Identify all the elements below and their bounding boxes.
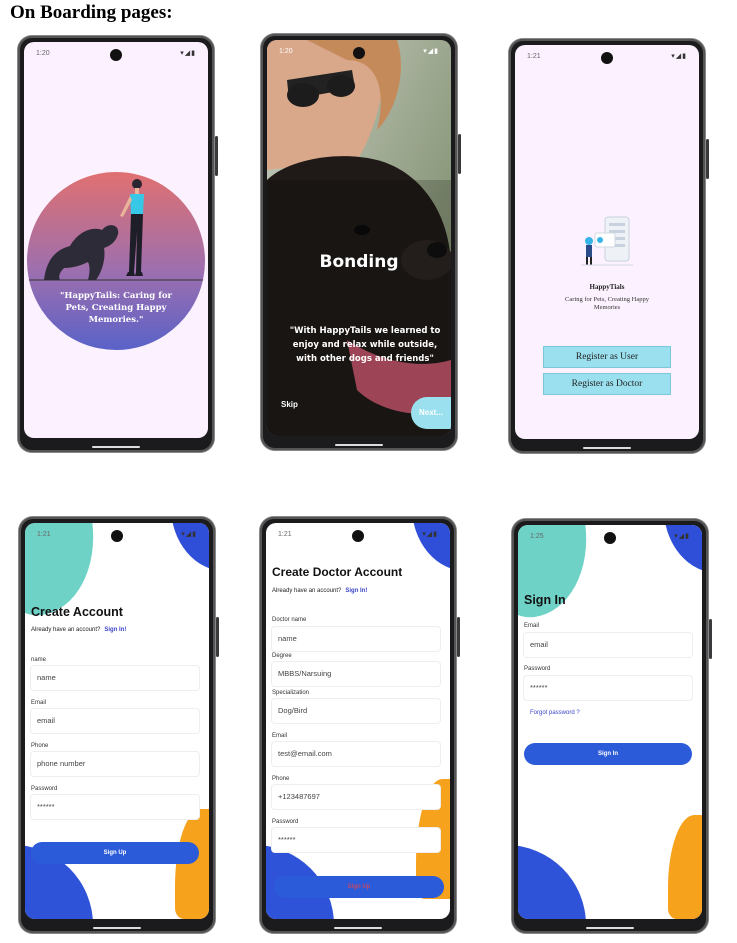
camera-icon <box>353 47 365 59</box>
next-button[interactable]: Next... <box>411 397 451 429</box>
phone-field[interactable]: +123487697 <box>272 785 440 809</box>
decor-orange-blob <box>668 815 702 919</box>
sign-in-button[interactable]: Sign In <box>524 743 692 765</box>
email-label: Email <box>31 700 47 706</box>
nav-handle[interactable] <box>93 927 141 929</box>
phone-label: Phone <box>31 743 49 749</box>
degree-field[interactable]: MBBS/Narsuing <box>272 662 440 686</box>
document-title: On Boarding pages: <box>10 2 173 23</box>
status-time: 1:21 <box>527 53 541 60</box>
nav-handle[interactable] <box>92 446 140 448</box>
status-icons: ▾◢▮ <box>422 531 438 538</box>
page-title: Create Doctor Account <box>272 565 403 579</box>
nav-handle[interactable] <box>335 444 383 446</box>
skip-button[interactable]: Skip <box>281 400 298 409</box>
nav-handle[interactable] <box>586 927 634 929</box>
password-field[interactable]: ****** <box>272 828 440 852</box>
splash-quote-line1: "HappyTails: Caring for <box>60 291 173 301</box>
have-account-text: Already have an account? <box>272 588 342 594</box>
have-account-text: Already have an account? <box>31 627 101 633</box>
camera-icon <box>352 530 364 542</box>
sign-up-button[interactable]: Sign Up <box>31 842 199 864</box>
status-time: 1:20 <box>279 48 293 55</box>
decor-orange-blob <box>175 809 209 919</box>
status-icons: ▾◢▮ <box>674 533 690 540</box>
sign-up-button[interactable]: Sign Up <box>274 876 444 898</box>
email-field[interactable]: email <box>524 633 692 657</box>
app-logo-illustration <box>581 216 633 266</box>
password-field[interactable]: ****** <box>524 676 692 700</box>
name-field[interactable]: name <box>31 666 199 690</box>
register-user-button[interactable]: Register as User <box>543 346 671 368</box>
camera-icon <box>110 49 122 61</box>
camera-icon <box>111 530 123 542</box>
phone-frame-sign-in: 1:25 ▾◢▮ Sign In Email email Password ***… <box>512 519 712 933</box>
status-icons: ▾◢▮ <box>671 53 687 60</box>
status-time: 1:25 <box>530 533 544 540</box>
have-account-line: Already have an account? Sign In! <box>31 627 126 633</box>
status-time: 1:21 <box>37 531 51 538</box>
phone-frame-register-choice: 1:21 ▾◢▮ HappyTials Caring for Pets, Crea… <box>509 39 709 453</box>
status-time: 1:21 <box>278 531 292 538</box>
page-title: Sign In <box>524 593 566 607</box>
nav-handle[interactable] <box>334 927 382 929</box>
register-doctor-button[interactable]: Register as Doctor <box>543 373 671 395</box>
camera-icon <box>601 52 613 64</box>
camera-icon <box>604 532 616 544</box>
password-label: Password <box>524 666 551 672</box>
decor-blue-blob-bottom <box>518 845 586 919</box>
doctor-name-label: Doctor name <box>272 617 307 623</box>
splash-quote-line2: Pets, Creating Happy <box>66 303 168 313</box>
status-time: 1:20 <box>36 50 50 57</box>
status-icons: ▾◢▮ <box>180 50 196 57</box>
splash-illustration: "HappyTails: Caring for Pets, Creating H… <box>27 172 205 350</box>
splash-quote-line3: Memories." <box>89 315 144 325</box>
specialization-label: Specialization <box>272 690 310 696</box>
email-label: Email <box>272 733 288 739</box>
nav-handle[interactable] <box>583 447 631 449</box>
email-field[interactable]: test@email.com <box>272 742 440 766</box>
sign-in-link[interactable]: Sign In! <box>345 588 367 594</box>
phone-frame-splash: 1:20 ▾◢▮ "HappyTails: Caring for Pets, C… <box>18 36 218 452</box>
bonding-photo <box>267 40 451 436</box>
app-tagline: Caring for Pets, Creating Happy Memories <box>565 296 649 311</box>
phone-frame-create-doctor: 1:21 ▾◢▮ Create Doctor Account Already ha… <box>260 517 460 933</box>
degree-label: Degree <box>272 653 292 659</box>
page-title: Create Account <box>31 605 123 619</box>
bonding-quote: "With HappyTails we learned to enjoy and… <box>289 326 441 364</box>
specialization-field[interactable]: Dog/Bird <box>272 699 440 723</box>
app-name: HappyTials <box>589 283 625 291</box>
doctor-name-field[interactable]: name <box>272 627 440 651</box>
phone-frame-create-account: 1:21 ▾◢▮ Create Account Already have an a… <box>19 517 219 933</box>
password-label: Password <box>31 786 58 792</box>
password-label: Password <box>272 819 299 825</box>
status-icons: ▾◢▮ <box>181 531 197 538</box>
phone-label: Phone <box>272 776 290 782</box>
email-field[interactable]: email <box>31 709 199 733</box>
forgot-password-link[interactable]: Forgot password ? <box>530 710 580 716</box>
email-label: Email <box>524 623 540 629</box>
phone-frame-bonding: 1:20 ▾◢▮ Bonding "With HappyTails we lear… <box>261 34 461 450</box>
phone-field[interactable]: phone number <box>31 752 199 776</box>
status-icons: ▾◢▮ <box>423 48 439 55</box>
sign-in-link[interactable]: Sign In! <box>104 627 126 633</box>
have-account-line: Already have an account? Sign In! <box>272 588 367 594</box>
password-field[interactable]: ****** <box>31 795 199 819</box>
bonding-heading: Bonding <box>319 252 399 272</box>
name-label: name <box>31 657 47 663</box>
